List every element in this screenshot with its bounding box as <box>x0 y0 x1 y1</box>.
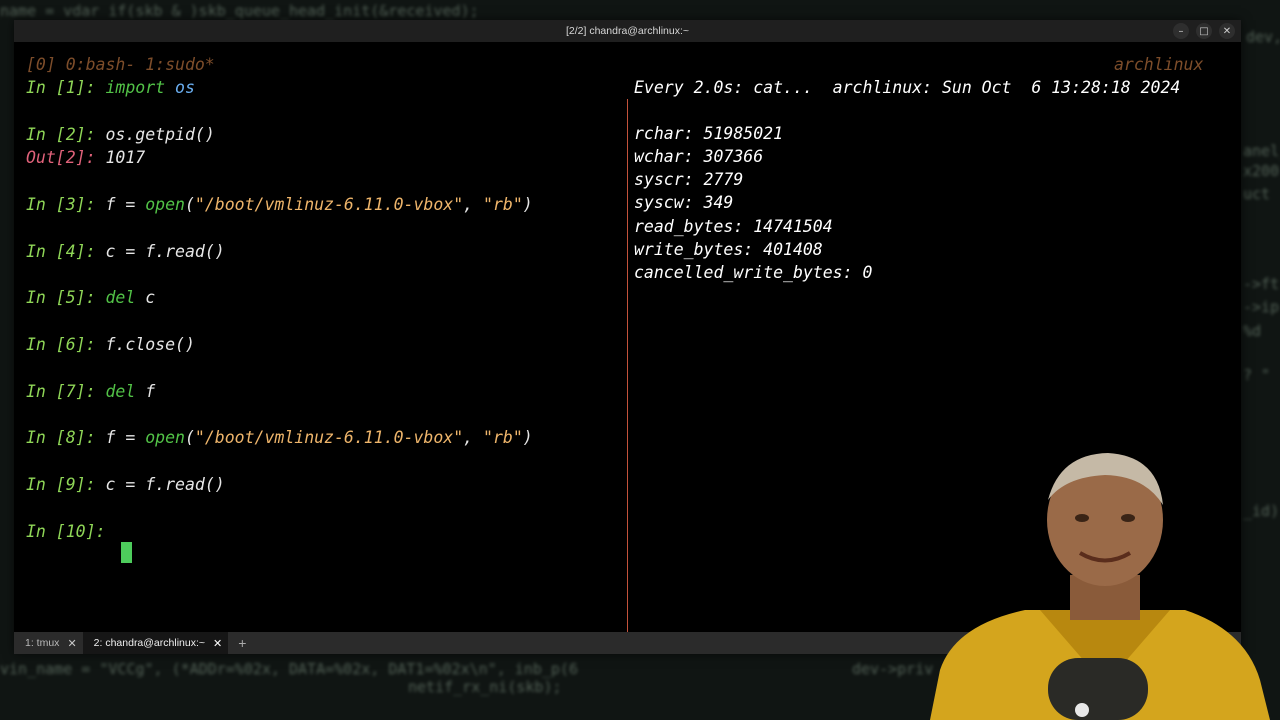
code-token: del <box>105 288 136 307</box>
tab-chandra-archlinux[interactable]: 2: chandra@archlinux:~ ✕ <box>82 632 229 654</box>
io-stat-syscr: syscr: 2779 <box>634 170 744 189</box>
io-stat-cancelled-write-bytes: cancelled_write_bytes: 0 <box>634 263 873 282</box>
code-token: c <box>135 288 156 307</box>
code-token: "rb" <box>483 428 523 447</box>
close-icon[interactable]: ✕ <box>213 637 222 650</box>
microphone-light <box>1075 703 1089 717</box>
ipython-line: In [10]: <box>26 522 115 541</box>
background-code-line: name = vdar if(skb & )skb_queue_head_ini… <box>0 2 479 20</box>
code-token: ) <box>522 428 533 447</box>
io-stat-syscw: syscw: 349 <box>634 193 734 212</box>
code-token: del <box>105 382 136 401</box>
code-token: f <box>135 382 156 401</box>
io-stat-write-bytes: write_bytes: 401408 <box>634 240 823 259</box>
background-code-line: ->ip <box>1243 298 1280 316</box>
window-title: [2/2] chandra@archlinux:~ <box>565 25 690 37</box>
watch-header: Every 2.0s: cat... archlinux: Sun Oct 6 … <box>634 78 1181 97</box>
code-token: "/boot/vmlinuz-6.11.0-vbox" <box>194 195 464 214</box>
background-code-line: x200 <box>1243 162 1280 180</box>
background-code-line: dev->priv <box>852 660 934 678</box>
code-token: f = <box>105 195 146 214</box>
ipython-line: In [7]: del f <box>26 382 155 401</box>
maximize-icon[interactable]: □ <box>1196 23 1212 39</box>
close-icon[interactable]: ✕ <box>67 637 76 650</box>
ipython-line: In [3]: f = open("/boot/vmlinuz-6.11.0-v… <box>26 195 533 214</box>
input-prompt: In [3]: <box>26 195 96 214</box>
background-code-line: netif_rx_ni(skb); <box>408 678 562 696</box>
ipython-line: In [9]: c = f.read() <box>26 475 225 494</box>
output-prompt: Out[2]: <box>26 148 96 167</box>
code-token: f.close() <box>105 335 195 354</box>
input-prompt: In [7]: <box>26 382 96 401</box>
window-controls: – □ ✕ <box>1173 23 1235 39</box>
output-value: 1017 <box>105 148 146 167</box>
terminal-cursor <box>121 542 132 563</box>
minimize-icon[interactable]: – <box>1173 23 1189 39</box>
code-token: ( <box>184 428 195 447</box>
code-token: ) <box>522 195 533 214</box>
input-prompt: In [8]: <box>26 428 96 447</box>
microphone <box>1048 658 1148 720</box>
code-token: , <box>463 195 484 214</box>
code-token: ( <box>184 195 195 214</box>
ipython-line: In [5]: del c <box>26 288 155 307</box>
code-token: open <box>145 195 185 214</box>
tab-label: 2: chandra@archlinux:~ <box>93 637 206 649</box>
io-stat-read-bytes: read_bytes: 14741504 <box>634 217 833 236</box>
input-prompt: In [10]: <box>26 522 106 541</box>
background-code-line: ? " <box>1243 366 1271 384</box>
code-token: import <box>105 78 166 97</box>
ipython-line: Out[2]: 1017 <box>26 148 145 167</box>
ipython-line: In [2]: os.getpid() <box>26 125 215 144</box>
background-code-line: %d <box>1243 322 1262 340</box>
ipython-line: In [4]: c = f.read() <box>26 242 225 261</box>
background-code-line: vin_name = "VCCg", (*ADDr=%02x, DATA=%02… <box>0 660 578 678</box>
window-titlebar[interactable]: [2/2] chandra@archlinux:~ – □ ✕ <box>14 20 1241 42</box>
input-prompt: In [9]: <box>26 475 96 494</box>
code-token: "rb" <box>483 195 523 214</box>
ipython-line: In [8]: f = open("/boot/vmlinuz-6.11.0-v… <box>26 428 533 447</box>
webcam-overlay <box>930 453 1270 720</box>
code-token: open <box>145 428 185 447</box>
tmux-window-list: [0] 0:bash- 1:sudo* <box>26 55 215 74</box>
background-code-line: uct <box>1243 185 1271 203</box>
background-code-line: anel_ <box>1243 142 1280 160</box>
pane-divider[interactable] <box>627 99 628 634</box>
input-prompt: In [1]: <box>26 78 96 97</box>
close-icon[interactable]: ✕ <box>1219 23 1235 39</box>
presenter-eye <box>1075 514 1089 522</box>
background-code-line: ->ft <box>1243 275 1280 293</box>
code-token: os.getpid() <box>105 125 215 144</box>
input-prompt: In [4]: <box>26 242 96 261</box>
code-token: c = f.read() <box>105 475 225 494</box>
tmux-hostname: archlinux <box>1114 55 1204 74</box>
code-token: c = f.read() <box>105 242 225 261</box>
ipython-line: In [6]: f.close() <box>26 335 195 354</box>
code-token: , <box>463 428 484 447</box>
new-tab-button[interactable]: + <box>228 635 256 651</box>
input-prompt: In [5]: <box>26 288 96 307</box>
background-code-line: dev, <box>1246 28 1280 46</box>
input-prompt: In [6]: <box>26 335 96 354</box>
tab-label: 1: tmux <box>25 637 60 649</box>
io-stat-wchar: wchar: 307366 <box>634 147 764 166</box>
presenter-eye <box>1121 514 1135 522</box>
code-token: f = <box>105 428 146 447</box>
code-token: os <box>175 78 195 97</box>
io-stat-rchar: rchar: 51985021 <box>634 124 784 143</box>
code-token: "/boot/vmlinuz-6.11.0-vbox" <box>194 428 464 447</box>
input-prompt: In [2]: <box>26 125 96 144</box>
ipython-line: In [1]: import os <box>26 78 195 97</box>
tab-tmux[interactable]: 1: tmux ✕ <box>14 632 83 654</box>
